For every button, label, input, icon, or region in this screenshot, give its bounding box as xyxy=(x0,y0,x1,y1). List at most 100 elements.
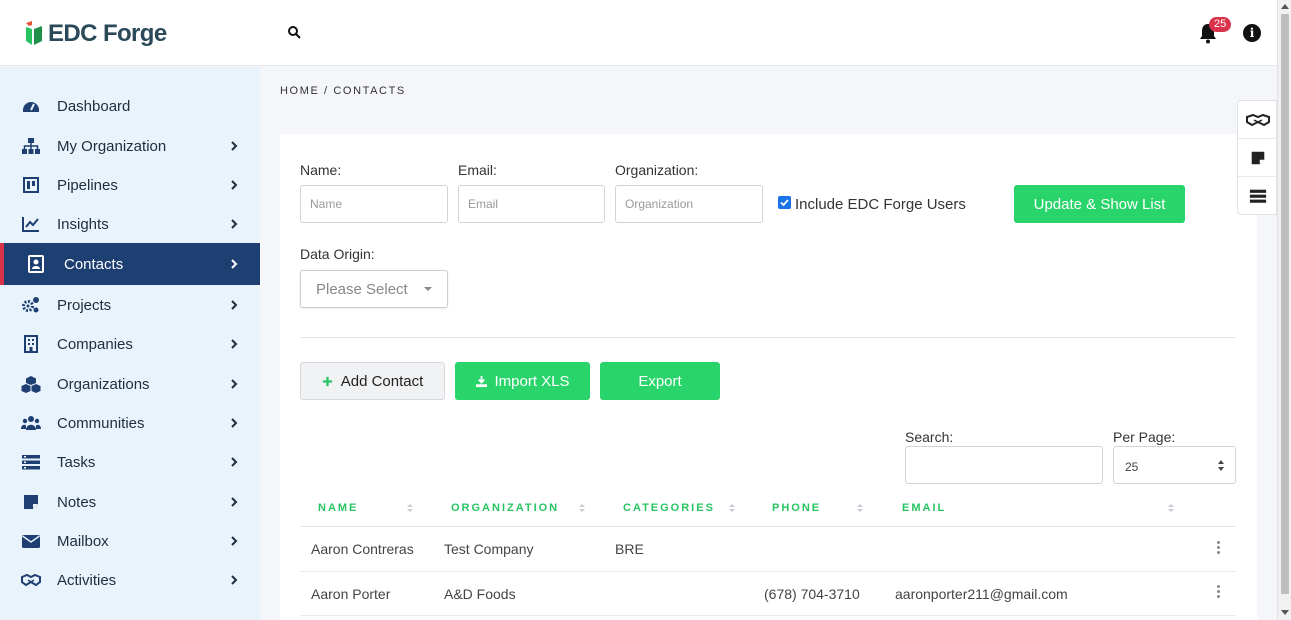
sidebar-item-my-organization[interactable]: My Organization xyxy=(0,126,260,166)
chevron-right-icon xyxy=(231,180,238,190)
sidebar-item-label: Activities xyxy=(57,571,117,589)
column-header-name[interactable]: NAME xyxy=(318,502,358,514)
dashboard-icon xyxy=(23,102,39,112)
contact-card-icon xyxy=(28,255,44,273)
sidebar-item-label: Insights xyxy=(57,215,109,233)
plus-icon xyxy=(322,376,332,386)
breadcrumb: HOME / CONTACTS xyxy=(280,85,406,97)
logo-text: EDC Forge xyxy=(48,20,167,47)
sort-icon[interactable] xyxy=(1168,504,1174,514)
quick-tools-panel xyxy=(1237,100,1278,215)
tasks-icon xyxy=(1249,189,1267,203)
sidebar-item-insights[interactable]: Insights xyxy=(0,204,260,244)
cell-organization: A&D Foods xyxy=(444,586,516,602)
cell-name[interactable]: Aaron Porter xyxy=(311,586,390,602)
chevron-right-icon xyxy=(231,457,238,467)
add-contact-label: Add Contact xyxy=(340,372,424,390)
sidebar-item-label: Contacts xyxy=(64,255,124,273)
row-menu-icon[interactable] xyxy=(1217,541,1221,555)
organization-label: Organization: xyxy=(615,162,699,178)
table-search-input[interactable] xyxy=(905,446,1103,484)
quick-task-button[interactable] xyxy=(1238,177,1278,215)
sidebar-item-dashboard[interactable]: Dashboard xyxy=(0,86,260,126)
data-origin-label: Data Origin: xyxy=(300,246,375,262)
logo-mark-icon xyxy=(26,21,42,45)
sidebar-item-organizations[interactable]: Organizations xyxy=(0,364,260,404)
sidebar-item-label: My Organization xyxy=(57,137,167,155)
sidebar-item-label: Dashboard xyxy=(57,97,131,115)
per-page-label: Per Page: xyxy=(1113,429,1176,445)
chevron-right-icon xyxy=(231,497,238,507)
scrollbar-thumb[interactable] xyxy=(1281,14,1289,594)
sidebar: Dashboard My Organization Pipelines Insi… xyxy=(0,67,260,620)
sidebar-item-activities[interactable]: Activities xyxy=(0,560,260,600)
import-xls-label: Import XLS xyxy=(494,372,570,390)
column-header-email[interactable]: EMAIL xyxy=(902,502,946,514)
envelope-icon xyxy=(22,535,40,548)
update-show-list-button[interactable]: Update & Show List xyxy=(1014,185,1185,223)
column-header-organization[interactable]: ORGANIZATION xyxy=(451,502,559,514)
chevron-right-icon xyxy=(231,575,238,585)
sidebar-item-projects[interactable]: Projects xyxy=(0,285,260,325)
sidebar-item-tasks[interactable]: Tasks xyxy=(0,442,260,482)
sidebar-item-label: Communities xyxy=(57,414,145,432)
page-scrollbar[interactable] xyxy=(1277,0,1291,620)
chart-line-icon xyxy=(22,217,39,232)
edc-forge-logo[interactable]: EDC Forge xyxy=(24,20,167,48)
sort-icon[interactable] xyxy=(857,504,863,514)
cell-name[interactable]: Aaron Contreras xyxy=(311,541,414,557)
sort-icon[interactable] xyxy=(579,504,585,514)
sidebar-item-mailbox[interactable]: Mailbox xyxy=(0,521,260,561)
sidebar-item-pipelines[interactable]: Pipelines xyxy=(0,165,260,205)
note-icon xyxy=(24,495,38,509)
name-input[interactable] xyxy=(300,185,448,223)
chevron-right-icon xyxy=(231,259,238,269)
add-contact-button[interactable]: Add Contact xyxy=(300,362,445,400)
data-origin-select[interactable]: Please Select xyxy=(300,270,448,308)
sidebar-item-companies[interactable]: Companies xyxy=(0,324,260,364)
name-label: Name: xyxy=(300,162,342,178)
include-users-checkbox[interactable] xyxy=(778,196,791,209)
per-page-select[interactable]: 25 xyxy=(1113,446,1236,484)
import-xls-button[interactable]: Import XLS xyxy=(455,362,590,400)
export-button[interactable]: Export xyxy=(600,362,720,400)
org-chart-icon xyxy=(22,138,40,154)
chevron-right-icon xyxy=(231,536,238,546)
sidebar-item-label: Projects xyxy=(57,296,112,314)
cell-email: aaronporter211@gmail.com xyxy=(895,586,1068,602)
chevron-right-icon xyxy=(231,300,238,310)
sidebar-item-communities[interactable]: Communities xyxy=(0,403,260,443)
sidebar-item-label: Notes xyxy=(57,493,97,511)
update-show-list-label: Update & Show List xyxy=(1033,195,1166,213)
caret-down-icon xyxy=(424,287,432,291)
data-origin-value: Please Select xyxy=(316,281,408,298)
row-menu-icon[interactable] xyxy=(1217,585,1221,599)
scroll-up-arrow-icon[interactable] xyxy=(1281,4,1289,9)
sidebar-item-contacts[interactable]: Contacts xyxy=(0,243,260,285)
sort-icon[interactable] xyxy=(729,504,735,514)
chevron-right-icon xyxy=(231,339,238,349)
export-label: Export xyxy=(638,372,682,390)
note-icon xyxy=(1251,151,1265,164)
cubes-icon xyxy=(21,376,41,393)
handshake-icon xyxy=(1246,113,1270,126)
tasks-icon xyxy=(22,455,40,470)
scroll-down-arrow-icon[interactable] xyxy=(1281,610,1289,615)
row-divider xyxy=(300,615,1236,616)
column-header-categories[interactable]: CATEGORIES xyxy=(623,502,715,514)
table-header-divider xyxy=(300,526,1236,527)
quick-note-button[interactable] xyxy=(1238,139,1278,177)
quick-activity-button[interactable] xyxy=(1238,101,1278,139)
caret-up-icon xyxy=(1218,460,1224,464)
info-icon[interactable]: i xyxy=(1243,24,1261,42)
chevron-right-icon xyxy=(231,418,238,428)
sort-icon[interactable] xyxy=(407,504,413,514)
building-icon xyxy=(24,335,38,353)
organization-input[interactable] xyxy=(615,185,763,223)
handshake-icon xyxy=(21,573,41,587)
column-header-phone[interactable]: PHONE xyxy=(772,502,821,514)
chevron-right-icon xyxy=(231,141,238,151)
search-icon[interactable] xyxy=(286,24,304,42)
sidebar-item-notes[interactable]: Notes xyxy=(0,482,260,522)
email-input[interactable] xyxy=(458,185,605,223)
